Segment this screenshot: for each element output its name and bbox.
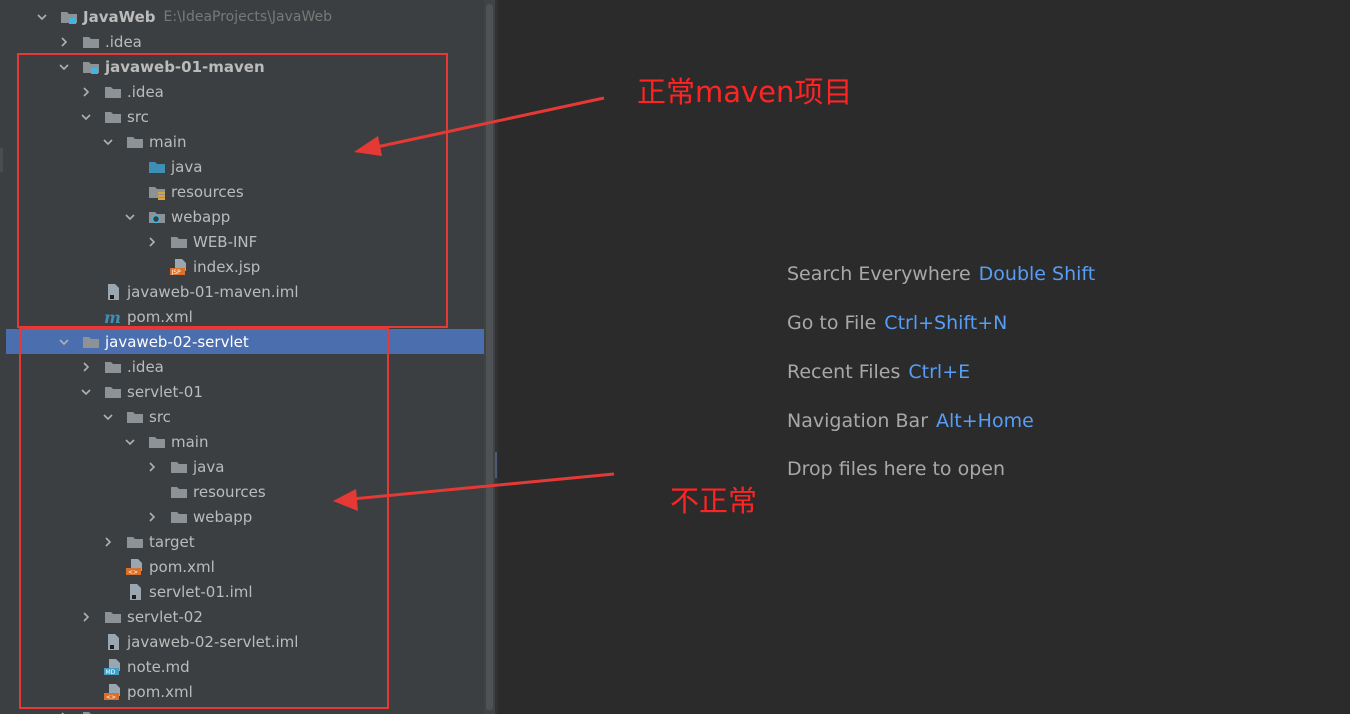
arrow-normal-head	[354, 136, 382, 156]
annotation-abnormal-label: 不正常	[670, 484, 758, 518]
annotation-normal-label: 正常maven项目	[637, 75, 853, 109]
arrow-abnormal-head	[333, 489, 358, 511]
arrow-normal-line	[371, 96, 605, 150]
arrow-abnormal-line	[351, 472, 615, 501]
